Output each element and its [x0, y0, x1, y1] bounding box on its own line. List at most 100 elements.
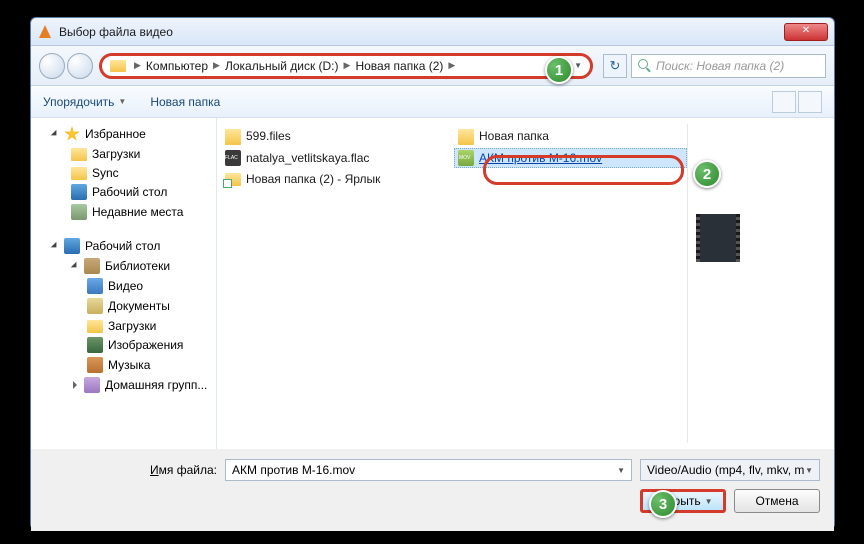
document-icon [87, 298, 103, 314]
shortcut-icon [225, 173, 241, 186]
sidebar-label: Загрузки [92, 147, 140, 161]
sidebar-item-downloads[interactable]: Загрузки [35, 144, 212, 163]
titlebar: Выбор файла видео ✕ [31, 18, 834, 46]
sidebar-item-downloads2[interactable]: Загрузки [35, 316, 212, 335]
chevron-down-icon: ▼ [805, 466, 813, 475]
annotation-badge-2: 2 [693, 160, 721, 188]
file-dialog: Выбор файла видео ✕ ▶ Компьютер ▶ Локаль… [30, 17, 835, 530]
view-buttons [772, 91, 822, 113]
cancel-button[interactable]: Отмена [734, 489, 820, 513]
file-item[interactable]: Новая папка (2) - Ярлык [221, 169, 454, 188]
chevron-right-icon: ▶ [448, 60, 455, 71]
sidebar-item-sync[interactable]: Sync [35, 163, 212, 182]
music-icon [87, 357, 103, 373]
video-thumbnail [696, 214, 740, 262]
chevron-down-icon[interactable]: ▼ [574, 61, 582, 70]
sidebar-label: Видео [108, 279, 143, 293]
address-bar[interactable]: ▶ Компьютер ▶ Локальный диск (D:) ▶ Нова… [99, 53, 593, 79]
sidebar-label: Домашняя групп... [105, 378, 207, 392]
search-icon [638, 59, 652, 73]
sidebar-label: Избранное [85, 127, 146, 141]
disclosure-icon [71, 381, 80, 390]
crumb-folder[interactable]: Новая папка (2) [355, 59, 443, 73]
new-folder-button[interactable]: Новая папка [150, 95, 220, 109]
sidebar-item-video[interactable]: Видео [35, 276, 212, 296]
newfolder-label: Новая папка [150, 95, 220, 109]
disclosure-icon [71, 262, 80, 271]
filetype-value: Video/Audio (mp4, flv, mkv, m [647, 463, 804, 477]
disclosure-icon [51, 130, 60, 139]
folder-icon [71, 167, 87, 180]
search-placeholder: Поиск: Новая папка (2) [656, 59, 784, 73]
chevron-right-icon: ▶ [213, 60, 220, 71]
folder-icon [458, 129, 474, 145]
sidebar-label: Загрузки [108, 319, 156, 333]
folder-icon [225, 129, 241, 145]
sidebar-label: Музыка [108, 358, 150, 372]
sidebar-libraries[interactable]: Библиотеки [35, 256, 212, 276]
file-name: Новая папка [479, 129, 549, 143]
filetype-select[interactable]: Video/Audio (mp4, flv, mkv, m ▼ [640, 459, 820, 481]
file-name: natalya_vetlitskaya.flac [246, 151, 369, 165]
help-button[interactable] [798, 91, 822, 113]
chevron-down-icon: ▼ [118, 97, 126, 106]
desktop-icon [71, 184, 87, 200]
search-input[interactable]: Поиск: Новая папка (2) [631, 54, 826, 78]
close-button[interactable]: ✕ [784, 23, 828, 41]
crumb-drive[interactable]: Локальный диск (D:) [225, 59, 339, 73]
split-arrow-icon: ▼ [705, 497, 713, 506]
sidebar-label: Документы [108, 299, 170, 313]
disclosure-icon [51, 242, 60, 251]
places-icon [71, 204, 87, 220]
refresh-button[interactable]: ↻ [603, 54, 627, 78]
sidebar-label: Изображения [108, 338, 183, 352]
button-label: Отмена [755, 494, 798, 508]
chevron-right-icon: ▶ [134, 60, 141, 71]
file-list[interactable]: 599.files natalya_vetlitskaya.flac Новая… [217, 118, 834, 449]
file-name: 599.files [246, 129, 291, 143]
sidebar-homegroup[interactable]: Домашняя групп... [35, 375, 212, 395]
sidebar-label: Рабочий стол [92, 185, 167, 199]
sidebar-item-documents[interactable]: Документы [35, 296, 212, 316]
image-icon [87, 337, 103, 353]
footer: Имя файла: АКМ против М-16.mov ▼ Video/A… [31, 449, 834, 531]
sidebar-item-music[interactable]: Музыка [35, 355, 212, 375]
organize-menu[interactable]: Упорядочить ▼ [43, 95, 126, 109]
file-item[interactable]: natalya_vetlitskaya.flac [221, 148, 454, 168]
window-title: Выбор файла видео [59, 25, 173, 39]
forward-button[interactable] [67, 53, 93, 79]
file-item-selected[interactable]: АКМ против М-16.mov [454, 148, 687, 168]
nav-buttons [39, 53, 93, 79]
folder-icon [71, 148, 87, 161]
view-mode-button[interactable] [772, 91, 796, 113]
sidebar-label: Библиотеки [105, 259, 170, 273]
file-item[interactable]: 599.files [221, 125, 454, 147]
back-button[interactable] [39, 53, 65, 79]
sidebar-item-desktop[interactable]: Рабочий стол [35, 182, 212, 202]
mov-icon [458, 150, 474, 166]
sidebar-item-recent[interactable]: Недавние места [35, 202, 212, 222]
file-item[interactable]: Новая папка [454, 125, 687, 147]
sidebar-favorites[interactable]: Избранное [35, 124, 212, 144]
crumb-computer[interactable]: Компьютер [146, 59, 208, 73]
annotation-badge-1: 1 [545, 56, 573, 84]
folder-icon [110, 60, 126, 72]
sidebar-label: Рабочий стол [85, 239, 160, 253]
sidebar-label: Недавние места [92, 205, 183, 219]
flac-icon [225, 150, 241, 166]
sidebar-item-images[interactable]: Изображения [35, 335, 212, 355]
organize-label: Упорядочить [43, 95, 114, 109]
vlc-icon [37, 24, 53, 40]
library-icon [84, 258, 100, 274]
annotation-badge-3: 3 [649, 490, 677, 518]
filename-input[interactable]: АКМ против М-16.mov ▼ [225, 459, 632, 481]
sidebar-desktop[interactable]: Рабочий стол [35, 236, 212, 256]
sidebar-label: Sync [92, 166, 119, 180]
chevron-right-icon: ▶ [344, 60, 351, 71]
file-name: Новая папка (2) - Ярлык [246, 172, 380, 186]
video-icon [87, 278, 103, 294]
sidebar: Избранное Загрузки Sync Рабочий стол Нед… [31, 118, 217, 449]
homegroup-icon [84, 377, 100, 393]
chevron-down-icon[interactable]: ▼ [617, 466, 625, 475]
star-icon [64, 126, 80, 142]
